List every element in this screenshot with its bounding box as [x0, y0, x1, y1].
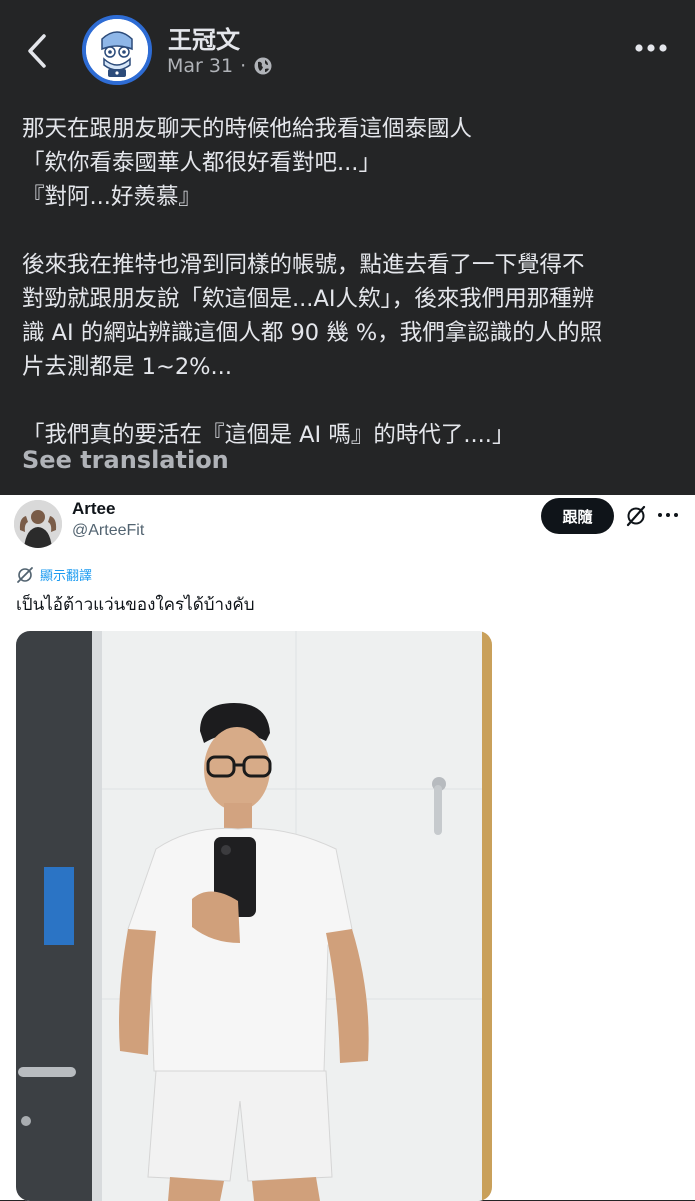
tweet-author-name[interactable]: Artee [72, 499, 115, 519]
cartoon-avatar-image [86, 19, 148, 81]
follow-button[interactable]: 跟隨 [541, 498, 614, 534]
see-translation-link[interactable]: See translation [22, 446, 229, 474]
tweet-photo[interactable] [16, 631, 492, 1201]
post-line: 『對阿...好羨慕』 [22, 184, 201, 210]
facebook-post: 王冠文 Mar 31 · 那天在跟朋友聊天的時候他給我看這個泰國人 「欸你看泰國… [0, 0, 695, 495]
post-more-button[interactable] [631, 36, 671, 60]
post-line: 那天在跟朋友聊天的時候他給我看這個泰國人 [22, 116, 473, 142]
more-horizontal-icon [658, 513, 678, 517]
globe-icon [254, 57, 272, 75]
tweet-text: เป็นไอ้ต้าวแว่นของใครได้บ้างคับ [16, 595, 255, 615]
post-line: 識 AI 的網站辨識這個人都 90 幾 %，我們拿認識的人的照 [22, 320, 603, 346]
back-button[interactable] [22, 28, 58, 74]
embedded-tweet-screenshot: Artee @ArteeFit 跟隨 顯示翻譯 เป็นไอ้ต้าวแว่นข… [0, 495, 695, 1201]
profile-photo [14, 500, 62, 548]
tweet-author-handle[interactable]: @ArteeFit [72, 522, 144, 540]
post-date[interactable]: Mar 31 [167, 55, 233, 77]
author-name[interactable]: 王冠文 [168, 20, 240, 55]
chevron-left-icon [28, 34, 46, 68]
tweet-more-button[interactable] [656, 505, 680, 525]
post-body: 那天在跟朋友聊天的時候他給我看這個泰國人 「欸你看泰國華人都很好看對吧...」 … [22, 112, 682, 452]
post-line: 對勁就跟朋友說「欸這個是...AI人欸」，後來我們用那種辨 [22, 286, 595, 312]
tweet-avatar[interactable] [14, 500, 62, 548]
post-line: 「欸你看泰國華人都很好看對吧...」 [22, 150, 381, 176]
author-avatar[interactable] [82, 15, 152, 85]
translate-icon [17, 566, 33, 583]
mirror-selfie-image [16, 631, 492, 1201]
post-meta: Mar 31 · [167, 55, 273, 77]
post-line: 片去測都是 1~2%... [22, 354, 232, 380]
more-horizontal-icon [635, 44, 667, 52]
show-translation-label: 顯示翻譯 [40, 569, 93, 584]
grok-icon [626, 505, 646, 527]
post-line: 後來我在推特也滑到同樣的帳號，點進去看了一下覺得不 [22, 252, 585, 278]
meta-separator: · [240, 55, 247, 77]
show-translation-link[interactable]: 顯示翻譯 [16, 565, 92, 584]
grok-button[interactable] [625, 505, 647, 527]
